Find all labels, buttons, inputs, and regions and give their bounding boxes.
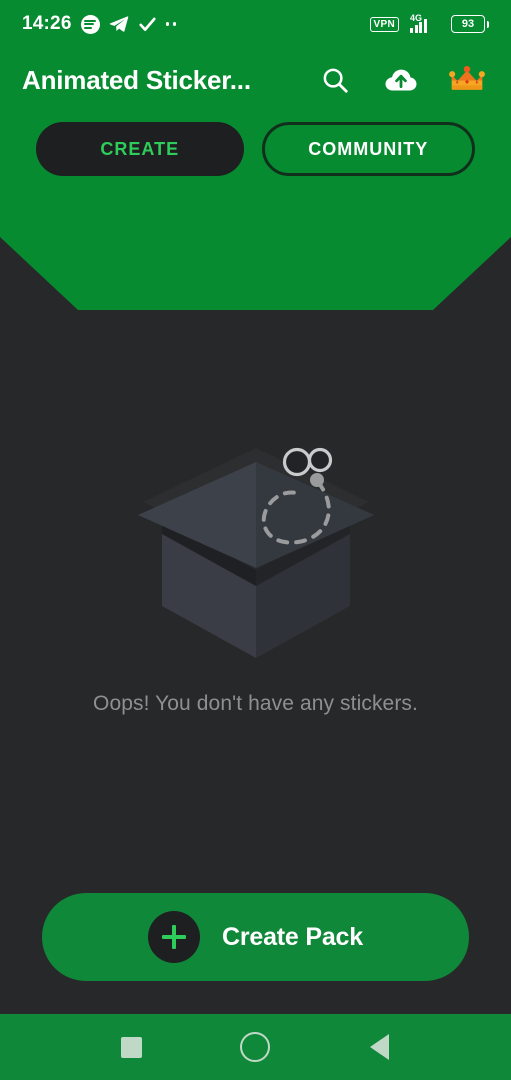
empty-state: Oops! You don't have any stickers.	[0, 330, 511, 716]
signal-bars-icon: 4G	[410, 13, 440, 34]
triangle-left-icon	[369, 1034, 389, 1060]
battery-icon: 93	[451, 15, 489, 33]
status-bar-right: VPN 4G 93	[369, 13, 489, 34]
spotify-icon	[80, 14, 100, 34]
search-button[interactable]	[317, 62, 353, 98]
page-title: Animated Sticker...	[22, 64, 251, 95]
cloud-upload-icon	[385, 69, 417, 91]
tab-community[interactable]: COMMUNITY	[261, 122, 475, 176]
vpn-icon: VPN	[369, 16, 399, 32]
app-bar-actions	[317, 62, 489, 98]
tab-bar: CREATE COMMUNITY	[0, 122, 511, 176]
create-pack-label: Create Pack	[222, 922, 363, 951]
empty-state-message: Oops! You don't have any stickers.	[93, 692, 418, 715]
plus-icon	[148, 911, 201, 963]
search-icon	[323, 68, 348, 93]
create-pack-button[interactable]: Create Pack	[42, 893, 469, 981]
cloud-upload-button[interactable]	[383, 62, 419, 98]
more-dots-icon	[165, 22, 177, 26]
phone-screen: 14:26 VPN 4G 93 Animated Sticker... CREA…	[0, 0, 511, 1080]
recents-button[interactable]	[107, 1022, 157, 1072]
status-bar-left: 14:26	[22, 13, 177, 35]
home-button[interactable]	[230, 1022, 280, 1072]
circle-icon	[240, 1032, 271, 1062]
check-icon	[139, 17, 156, 31]
back-button[interactable]	[354, 1022, 404, 1072]
empty-box-with-fly-illustration	[137, 447, 374, 658]
system-nav-bar	[0, 1014, 511, 1080]
status-bar: 14:26 VPN 4G 93	[0, 0, 511, 48]
crown-icon	[449, 65, 485, 90]
telegram-icon	[109, 16, 128, 32]
premium-button[interactable]	[449, 62, 485, 98]
signal-bars	[410, 19, 427, 33]
tab-create[interactable]: CREATE	[36, 122, 244, 176]
status-bar-clock: 14:26	[22, 13, 72, 34]
square-icon	[121, 1036, 143, 1058]
app-bar: Animated Sticker...	[0, 52, 511, 108]
battery-level-label: 93	[461, 18, 475, 30]
